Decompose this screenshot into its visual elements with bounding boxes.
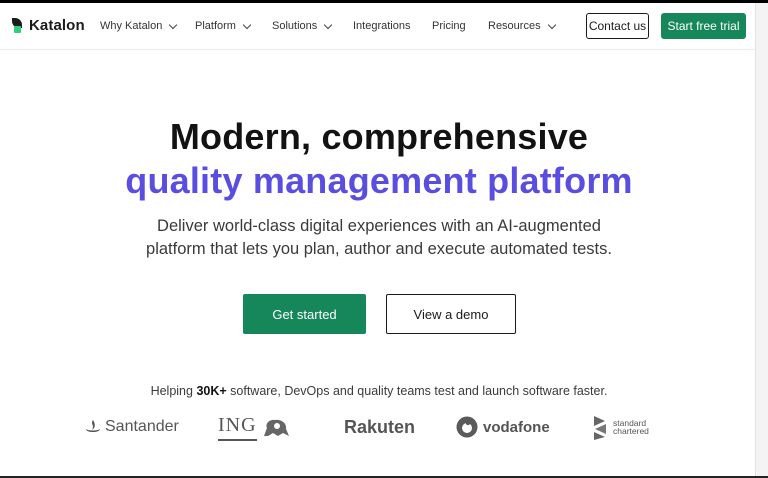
chevron-down-icon bbox=[324, 20, 333, 29]
vodafone-text: vodafone bbox=[483, 418, 550, 436]
ing-lion-icon bbox=[263, 419, 289, 436]
nav-label: Platform bbox=[195, 20, 236, 32]
vodafone-logo: vodafone bbox=[456, 410, 550, 444]
nav-label: Why Katalon bbox=[100, 20, 163, 32]
chevron-down-icon bbox=[547, 20, 556, 29]
start-free-trial-button[interactable]: Start free trial bbox=[661, 13, 746, 39]
nav-pricing[interactable]: Pricing bbox=[432, 20, 466, 32]
standard-chartered-logo: standard chartered bbox=[592, 410, 649, 444]
chevron-down-icon bbox=[169, 20, 178, 29]
nav-label: Pricing bbox=[432, 20, 466, 32]
rakuten-logo: Rakuten bbox=[344, 410, 415, 444]
nav-resources[interactable]: Resources bbox=[488, 20, 556, 32]
santander-flame-icon bbox=[86, 420, 100, 432]
site-header: Katalon Why Katalon Platform Solutions I… bbox=[0, 3, 756, 50]
logo-text: Katalon bbox=[29, 17, 85, 34]
nav-label: Integrations bbox=[353, 20, 411, 32]
contact-us-button[interactable]: Contact us bbox=[586, 13, 649, 39]
trust-suffix: software, DevOps and quality teams test … bbox=[226, 384, 608, 398]
hero-title-line1: Modern, comprehensive bbox=[169, 116, 589, 157]
nav-label: Resources bbox=[488, 20, 541, 32]
trust-statement: Helping 30K+ software, DevOps and qualit… bbox=[0, 384, 758, 398]
hero-subtitle-line2: platform that lets you plan, author and … bbox=[146, 240, 612, 258]
rakuten-text: Rakuten bbox=[344, 416, 416, 437]
santander-logo: Santander bbox=[84, 410, 179, 444]
santander-text: Santander bbox=[105, 418, 179, 435]
nav-integrations[interactable]: Integrations bbox=[353, 20, 410, 32]
katalon-logo[interactable]: Katalon bbox=[12, 17, 85, 34]
standard-chartered-icon bbox=[594, 416, 606, 440]
hero-subtitle-line1: Deliver world-class digital experiences … bbox=[157, 217, 601, 235]
katalon-logo-icon bbox=[12, 17, 24, 34]
chevron-down-icon bbox=[242, 20, 252, 29]
standard-chartered-text: standard chartered bbox=[613, 419, 649, 436]
sc-line2: chartered bbox=[613, 426, 649, 436]
ing-logo: ING bbox=[218, 410, 291, 444]
ing-text: ING bbox=[218, 414, 257, 441]
trust-prefix: Helping bbox=[150, 384, 197, 398]
hero-title-line2: quality management platform bbox=[125, 160, 633, 201]
nav-solutions[interactable]: Solutions bbox=[272, 20, 333, 32]
nav-platform[interactable]: Platform bbox=[195, 20, 252, 32]
vodafone-speechmark-icon bbox=[456, 416, 478, 438]
view-demo-button[interactable]: View a demo bbox=[386, 294, 516, 334]
get-started-button[interactable]: Get started bbox=[243, 294, 366, 334]
nav-label: Solutions bbox=[272, 20, 318, 32]
nav-why-katalon[interactable]: Why Katalon bbox=[100, 20, 178, 32]
trust-highlight: 30K+ bbox=[196, 384, 227, 398]
